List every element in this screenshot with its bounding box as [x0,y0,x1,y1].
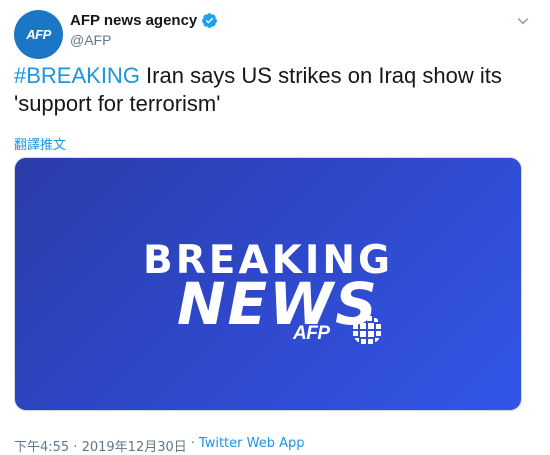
hashtag-link[interactable]: #BREAKING [14,63,140,88]
handle[interactable]: @AFP [70,32,218,48]
avatar[interactable]: AFP [14,10,63,59]
author-block: AFP news agency @AFP [70,12,218,48]
name-row: AFP news agency [70,12,218,29]
source-link[interactable]: Twitter Web App [199,436,305,455]
timestamp[interactable]: 下午4:55 · 2019年12月30日 [14,436,187,455]
tweet-meta: 下午4:55 · 2019年12月30日 · Twitter Web App [14,436,304,455]
meta-separator: · [190,436,195,451]
tweet-card: AFP AFP news agency @AFP #BREAKING Iran … [0,0,550,455]
afp-globe-icon [353,316,381,344]
avatar-logo: AFP [26,27,51,42]
verified-icon [202,13,218,28]
tweet-text: #BREAKING Iran says US strikes on Iraq s… [14,62,534,118]
graphic-afp-logo: AFP [293,323,330,344]
translate-link[interactable]: 翻譯推文 [14,134,66,153]
breaking-news-graphic: BREAKING NEWS AFP [15,158,521,410]
display-name[interactable]: AFP news agency [70,12,197,29]
media-image[interactable]: BREAKING NEWS AFP [14,157,522,411]
caret-down-icon[interactable] [516,14,530,28]
graphic-news-text: NEWS [177,270,379,338]
